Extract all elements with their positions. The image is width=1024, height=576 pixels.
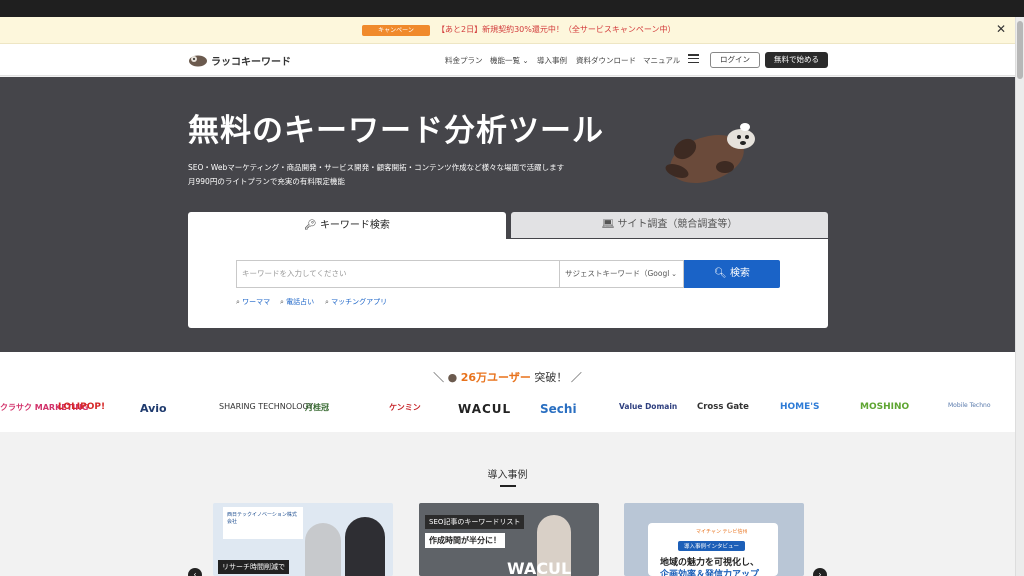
client-logo: MOSHINO [860, 402, 910, 412]
suggestion-link[interactable]: ⌕ ワーママ [236, 297, 270, 307]
laptop-icon: 💻︎ [601, 219, 615, 230]
client-logo: Avio [140, 402, 167, 415]
suggestion-label: マッチングアプリ [331, 298, 388, 306]
keyword-input[interactable]: キーワードを入力してください [236, 260, 559, 288]
search-icon: ⌕ [325, 298, 329, 306]
nav-pricing[interactable]: 料金プラン [445, 55, 483, 66]
client-logo: WACUL [458, 402, 512, 416]
cases-title: 導入事例 [487, 470, 528, 481]
suggestion-link[interactable]: ⌕ マッチングアプリ [325, 297, 387, 307]
hero-section: 無料のキーワード分析ツール SEO・Webマーケティング・商品開発・サービス開発… [0, 77, 1015, 352]
client-logo: SHARING TECHNOLOGY [219, 402, 314, 411]
case-headline: 作成時間が半分に！ [425, 533, 505, 548]
case-label: SEO記事のキーワードリスト [425, 515, 525, 529]
scrollbar-thumb[interactable] [1017, 21, 1023, 79]
otter-mascot-image [665, 123, 755, 183]
client-logo-strip: クラサク MARKETING LOLIPOP! Avio SHARING TEC… [0, 394, 1015, 424]
case-badge: 導入事例インタビュー [678, 541, 746, 551]
title-underline [500, 485, 516, 487]
search-type-value: サジェストキーワード（Googl [565, 269, 670, 278]
tab-keyword-search[interactable]: 🔑︎ キーワード検索 [188, 212, 506, 239]
tab-site-label: サイト調査（競合調査等） [617, 219, 738, 230]
close-icon[interactable]: ✕ [996, 22, 1006, 36]
client-logo: ケンミン [389, 403, 421, 412]
tab-site-research[interactable]: 💻︎ サイト調査（競合調査等） [511, 212, 828, 238]
client-logo: Value Domain [619, 402, 678, 411]
client-logo: Mobile Techno [948, 402, 991, 409]
users-heading: ＼ ● 26万ユーザー 突破！ ／ [0, 369, 1015, 385]
search-icon: 🔍︎ [714, 268, 727, 279]
otter-small-icon: ● [447, 371, 458, 384]
search-icon: ⌕ [236, 298, 240, 306]
site-header: ラッコキーワード 料金プラン 機能一覧 ⌄ 導入事例 資料ダウンロード マニュア… [0, 44, 1015, 76]
otter-logo-icon [189, 55, 207, 67]
case-company: マイチャン テレビ信州 [696, 529, 748, 535]
nav-case-studies[interactable]: 導入事例 [537, 55, 567, 66]
logo-text[interactable]: ラッコキーワード [211, 53, 291, 68]
search-icon: ⌕ [280, 298, 284, 306]
suggestion-label: ワーママ [242, 298, 271, 306]
client-logo: Cross Gate [697, 402, 749, 412]
hero-plan-note: 月990円のライトプランで充実の有料限定機能 [188, 177, 345, 186]
case-card[interactable]: マイチャン テレビ信州 導入事例インタビュー 地域の魅力を可視化し、 企画効率＆… [624, 503, 804, 576]
suggestion-link[interactable]: ⌕ 電話占い [280, 297, 314, 307]
user-count: 26万ユーザー [460, 371, 531, 384]
chevron-down-icon: ⌄ [671, 270, 677, 278]
key-icon: 🔑︎ [304, 220, 317, 231]
case-brand: WACUL [507, 559, 572, 576]
search-type-select[interactable]: サジェストキーワード（Googl ⌄ [559, 260, 684, 288]
client-logo: Sechi [540, 402, 577, 416]
client-logo: 月桂冠 [305, 403, 329, 412]
hero-title: 無料のキーワード分析ツール [188, 113, 604, 149]
login-button[interactable]: ログイン [710, 52, 760, 68]
suggestion-label: 電話占い [286, 298, 315, 306]
nav-manual[interactable]: マニュアル [643, 55, 680, 66]
case-card[interactable]: 西日テックイノベーション株式会社 リサーチ時間削減で [213, 503, 393, 576]
person-image [345, 517, 385, 576]
browser-top-bar [0, 0, 1024, 17]
client-logo: HOME'S [780, 402, 820, 412]
hero-subtitle: SEO・Webマーケティング・商品開発・サービス開発・顧客開拓・コンテンツ作成な… [188, 163, 565, 172]
person-image [305, 523, 341, 576]
heading-deco-left: ＼ [433, 371, 445, 384]
case-caption: リサーチ時間削減で [218, 560, 289, 574]
case-company-sign: 西日テックイノベーション株式会社 [223, 507, 303, 539]
campaign-banner: キャンペーン 【あと2日】新規契約30%還元中！（全サービスキャンペーン中） ✕ [0, 17, 1015, 44]
case-card[interactable]: SEO記事のキーワードリスト 作成時間が半分に！ WACUL [419, 503, 599, 576]
nav-features[interactable]: 機能一覧 ⌄ [490, 55, 529, 66]
campaign-badge: キャンペーン [362, 25, 430, 36]
campaign-link[interactable]: 【あと2日】新規契約30%還元中！（全サービスキャンペーン中） [437, 24, 675, 35]
carousel-prev-button[interactable]: ‹ [188, 568, 202, 576]
users-suffix: 突破！ [534, 371, 568, 384]
search-button-label: 検索 [729, 268, 750, 279]
nav-download[interactable]: 資料ダウンロード [576, 55, 636, 66]
page-scrollbar[interactable] [1015, 17, 1024, 576]
heading-deco-right: ／ [570, 371, 582, 384]
menu-icon[interactable] [688, 54, 699, 64]
search-panel: キーワードを入力してください サジェストキーワード（Googl ⌄ 🔍︎ 検索 … [188, 239, 828, 328]
client-logo: LOLIPOP! [58, 402, 106, 412]
users-section: ＼ ● 26万ユーザー 突破！ ／ クラサク MARKETING LOLIPOP… [0, 352, 1015, 432]
search-button[interactable]: 🔍︎ 検索 [684, 260, 780, 288]
case-headline: 企画効率＆発信力アップ [660, 570, 760, 576]
carousel-next-button[interactable]: › [813, 568, 827, 576]
tab-keyword-label: キーワード検索 [319, 220, 390, 231]
start-free-button[interactable]: 無料で始める [765, 52, 828, 68]
